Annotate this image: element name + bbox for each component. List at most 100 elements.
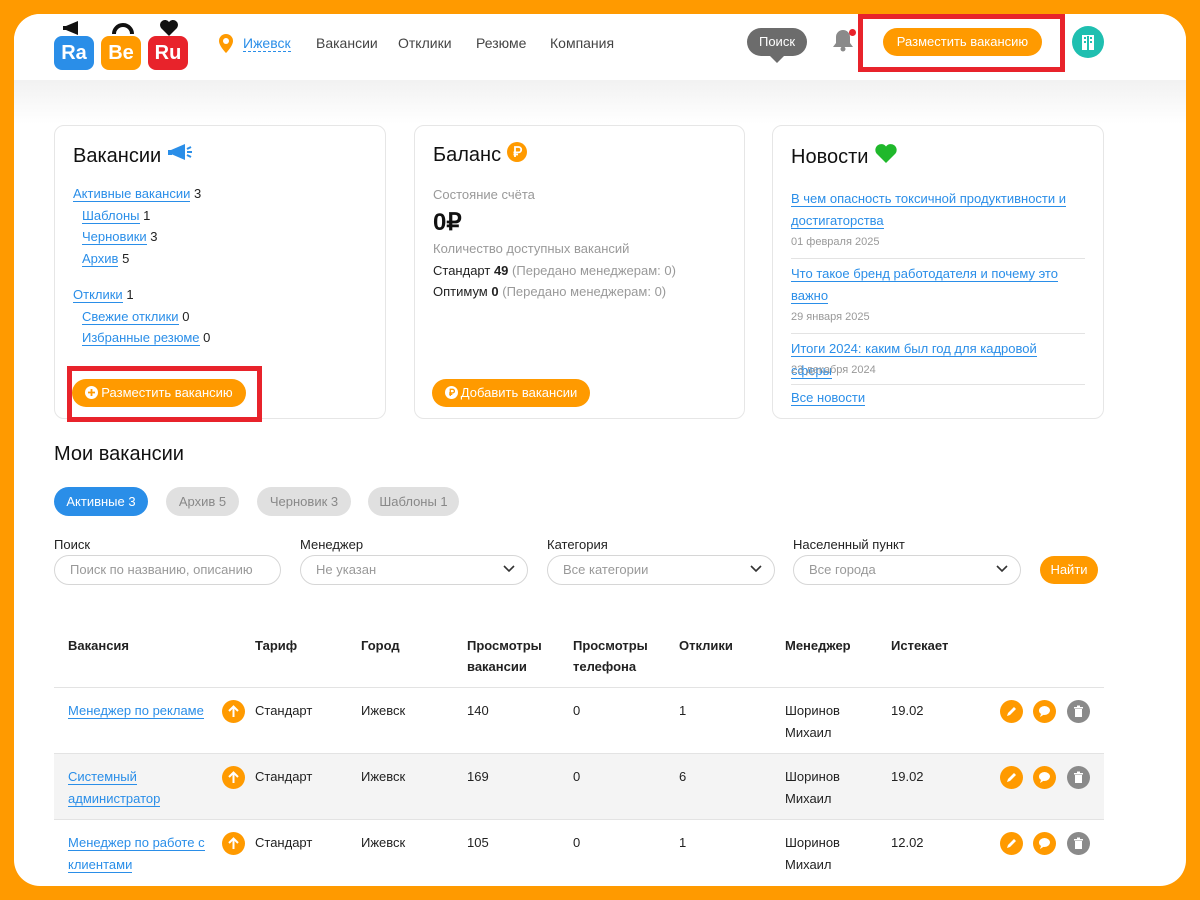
optimum-count: 0 <box>491 284 499 299</box>
delete-button[interactable] <box>1067 766 1090 789</box>
city-cell: Ижевск <box>361 835 406 850</box>
vacancy-link[interactable]: Системный администратор <box>68 766 161 810</box>
available-vacancies-label: Количество доступных вакансий <box>433 241 630 256</box>
chevron-down-icon <box>996 565 1008 573</box>
views-cell: 105 <box>467 835 489 850</box>
news-item-1-link[interactable]: В чем опасность токсичной продуктивности… <box>791 188 1081 232</box>
raise-vacancy-button[interactable] <box>222 832 245 855</box>
tab-templates[interactable]: Шаблоны 1 <box>368 487 459 516</box>
logo[interactable]: Ra Be Ru <box>54 18 192 72</box>
nav-vacancies[interactable]: Вакансии <box>316 35 378 51</box>
news-item-2-link[interactable]: Что такое бренд работодателя и почему эт… <box>791 263 1081 307</box>
table-row: Менеджер по работе с клиентами Стандарт … <box>54 819 1104 885</box>
chat-button[interactable] <box>1033 766 1056 789</box>
manager-select[interactable]: Не указан <box>300 555 528 585</box>
col-phone-views-line2: телефона <box>573 659 637 674</box>
tab-drafts[interactable]: Черновик 3 <box>257 487 351 516</box>
stat-favorite-resumes: Избранные резюме 0 <box>82 330 210 346</box>
post-vacancy-card-button[interactable]: Разместить вакансию <box>72 379 246 407</box>
archive-link[interactable]: Архив <box>82 251 119 267</box>
col-vacancy-views-line2: вакансии <box>467 659 527 674</box>
col-expires: Истекает <box>891 638 949 653</box>
arrow-up-icon <box>228 771 239 783</box>
logo-heart-decor <box>160 20 178 36</box>
edit-icon <box>1007 707 1016 716</box>
col-phone-views-line1: Просмотры <box>573 638 648 653</box>
nav-company[interactable]: Компания <box>550 35 614 51</box>
vacancy-link[interactable]: Менеджер по рекламе <box>68 700 204 722</box>
city-selector[interactable]: Ижевск <box>243 35 291 52</box>
responses-cell: 1 <box>679 703 687 718</box>
chat-icon <box>1039 838 1050 849</box>
news-item-2-title: Что такое бренд работодателя и почему эт… <box>791 266 1058 304</box>
col-vacancy-views: Просмотры вакансии <box>467 635 542 677</box>
header: Ra Be Ru Ижевск Вакансии Отклики Резюме … <box>14 14 1186 80</box>
find-button[interactable]: Найти <box>1040 556 1098 584</box>
manager-line2: Михаил <box>785 857 832 872</box>
active-vacancies-link[interactable]: Активные вакансии <box>73 186 191 202</box>
vacancy-title-line1: Менеджер по работе с <box>68 835 205 851</box>
logo-arc-decor <box>112 23 134 35</box>
city-select[interactable]: Все города <box>793 555 1021 585</box>
templates-link[interactable]: Шаблоны <box>82 208 140 224</box>
vacancy-title-line2: администратор <box>68 791 161 807</box>
nav-resumes[interactable]: Резюме <box>476 35 526 51</box>
expires-cell: 19.02 <box>891 703 924 718</box>
favorite-resumes-link[interactable]: Избранные резюме <box>82 330 200 346</box>
category-select[interactable]: Все категории <box>547 555 775 585</box>
vacancy-title: Менеджер по рекламе <box>68 703 204 719</box>
company-avatar-icon[interactable] <box>1072 26 1104 58</box>
news-card: Новости В чем опасность токсичной продук… <box>772 125 1104 419</box>
edit-button[interactable] <box>1000 766 1023 789</box>
delete-button[interactable] <box>1067 832 1090 855</box>
chat-button[interactable] <box>1033 700 1056 723</box>
fresh-responses-count: 0 <box>182 309 190 324</box>
all-news-link[interactable]: Все новости <box>791 387 1081 409</box>
category-label: Категория <box>547 537 608 552</box>
add-vacancies-button[interactable]: Добавить вакансии <box>432 379 590 407</box>
post-vacancy-header-button[interactable]: Разместить вакансию <box>883 28 1042 56</box>
chevron-down-icon <box>750 565 762 573</box>
fresh-responses-link[interactable]: Свежие отклики <box>82 309 179 325</box>
account-state-label: Состояние счёта <box>433 187 535 202</box>
tab-archive[interactable]: Архив 5 <box>166 487 239 516</box>
table-row: Системный администратор Стандарт Ижевск … <box>54 753 1104 819</box>
responses-count: 1 <box>126 287 134 302</box>
manager-line1: Шоринов <box>785 835 840 850</box>
responses-link[interactable]: Отклики <box>73 287 123 303</box>
edit-icon <box>1007 773 1016 782</box>
responses-cell: 6 <box>679 769 687 784</box>
drafts-link[interactable]: Черновики <box>82 229 147 245</box>
views-cell: 169 <box>467 769 489 784</box>
trash-icon <box>1074 771 1083 783</box>
news-divider <box>791 333 1085 334</box>
vacancy-link[interactable]: Менеджер по работе с клиентами <box>68 832 205 876</box>
edit-icon <box>1007 839 1016 848</box>
tariff-cell: Стандарт <box>255 703 313 718</box>
tab-active[interactable]: Активные 3 <box>54 487 148 516</box>
balance-amount: 0₽ <box>433 209 462 236</box>
raise-vacancy-button[interactable] <box>222 766 245 789</box>
active-vacancies-count: 3 <box>194 186 202 201</box>
col-tariff: Тариф <box>255 638 298 653</box>
raise-vacancy-button[interactable] <box>222 700 245 723</box>
delete-button[interactable] <box>1067 700 1090 723</box>
archive-count: 5 <box>122 251 130 266</box>
manager-line1: Шоринов <box>785 703 840 718</box>
nav-responses[interactable]: Отклики <box>398 35 452 51</box>
search-button[interactable]: Поиск <box>747 28 807 63</box>
optimum-label: Оптимум <box>433 284 488 299</box>
stat-active-vacancies: Активные вакансии 3 <box>73 186 202 202</box>
standard-tariff-line: Стандарт 49 (Передано менеджерам: 0) <box>433 263 676 278</box>
expires-cell: 12.02 <box>891 835 924 850</box>
expires-cell: 19.02 <box>891 769 924 784</box>
chat-button[interactable] <box>1033 832 1056 855</box>
search-input[interactable]: Поиск по названию, описанию <box>54 555 281 585</box>
edit-button[interactable] <box>1000 700 1023 723</box>
edit-button[interactable] <box>1000 832 1023 855</box>
stat-fresh-responses: Свежие отклики 0 <box>82 309 190 325</box>
search-label: Поиск <box>54 537 91 552</box>
news-divider <box>791 384 1085 385</box>
news-title-text: Новости <box>791 146 869 168</box>
balance-card-title: Баланс <box>433 142 527 167</box>
